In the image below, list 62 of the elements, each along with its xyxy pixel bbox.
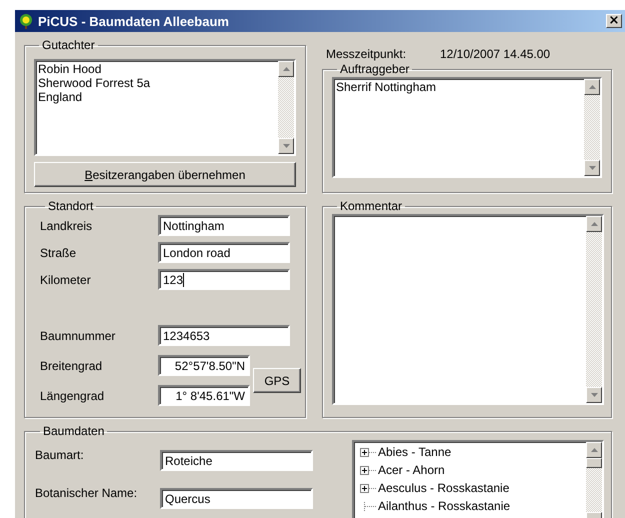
address-text-area[interactable]: Robin Hood Sherwood Forrest 5a England <box>34 59 296 156</box>
field-label: Kilometer <box>40 272 92 286</box>
text-field[interactable]: 52°57'8.50"N <box>158 355 250 376</box>
tree-item[interactable]: Aesculus - Rosskastanie <box>378 481 510 495</box>
expand-icon[interactable] <box>360 484 376 492</box>
field-label: Breitengrad <box>40 358 104 372</box>
text-line: Robin Hood <box>38 62 102 76</box>
group-title: Auftraggeber <box>339 62 410 76</box>
scroll-down-icon <box>282 144 290 148</box>
scroll-up-icon <box>590 222 598 226</box>
scroll-up-icon <box>282 67 290 71</box>
tree-logo-icon <box>18 13 34 29</box>
scroll-up-button[interactable] <box>586 216 602 232</box>
species-tree[interactable]: Abies - Tanne Acer - Ahorn Aesculus - Rosskastanie Ailanthus - Rosskastanie <box>352 440 604 518</box>
group-title: Standort <box>47 199 94 213</box>
scroll-down-button[interactable] <box>586 387 602 403</box>
client-text-area[interactable]: Sherrif Nottingham <box>332 77 602 178</box>
scrollbar[interactable] <box>586 442 602 518</box>
scrollbar[interactable] <box>584 79 600 176</box>
scroll-up-button[interactable] <box>584 79 600 95</box>
expand-icon[interactable] <box>360 466 376 474</box>
text-field[interactable]: London road <box>158 242 290 263</box>
tree-item[interactable]: Abies - Tanne <box>378 445 452 459</box>
scrollbar[interactable] <box>586 216 602 403</box>
field-label: Botanischer Name: <box>35 486 138 500</box>
measurement-time-label: Messzeitpunkt: <box>326 47 408 62</box>
scroll-up-button[interactable] <box>278 61 294 77</box>
field-label: Baumart: <box>35 448 85 462</box>
text-field[interactable]: Quercus <box>160 488 313 509</box>
tree-item[interactable]: Acer - Ahorn <box>378 463 445 477</box>
window-title: PiCUS - Baumdaten Alleebaum <box>38 14 230 28</box>
gps-button[interactable]: GPS <box>253 368 301 393</box>
text-line: Sherwood Forrest 5a <box>38 76 152 90</box>
text-line: Sherrif Nottingham <box>336 80 438 94</box>
field-label: Straße <box>40 246 78 260</box>
text-field[interactable]: 1° 8'45.61"W <box>158 385 250 406</box>
scroll-down-button[interactable] <box>278 138 294 154</box>
field-label: Baumnummer <box>40 328 116 342</box>
text-field[interactable]: 123 <box>158 269 290 290</box>
comment-text-area[interactable] <box>332 214 604 405</box>
tree-item[interactable]: Ailanthus - Rosskastanie <box>378 499 510 513</box>
close-button[interactable]: × <box>606 14 622 28</box>
scroll-up-icon <box>588 85 596 89</box>
scroll-down-button[interactable] <box>584 160 600 176</box>
scroll-down-icon <box>588 166 596 170</box>
scroll-up-icon <box>590 448 598 452</box>
text-line: England <box>38 90 84 104</box>
scroll-thumb[interactable] <box>586 458 602 468</box>
group-title: Kommentar <box>339 199 404 213</box>
group-title: Gutachter <box>41 38 96 52</box>
apply-owner-button[interactable]: Besitzerangaben übernehmen <box>34 162 296 187</box>
field-label: Landkreis <box>40 218 94 232</box>
measurement-time-value: 12/10/2007 14.45.00 <box>440 47 550 62</box>
scroll-down-icon <box>590 393 598 397</box>
text-field[interactable]: Nottingham <box>158 215 290 236</box>
group-title: Baumdaten <box>42 424 106 438</box>
expand-icon[interactable] <box>360 448 376 456</box>
field-label: Längengrad <box>40 388 106 402</box>
scrollbar[interactable] <box>278 61 294 154</box>
text-field[interactable]: 1234653 <box>158 325 290 346</box>
text-field[interactable]: Roteiche <box>160 450 313 471</box>
scroll-up-button[interactable] <box>586 442 602 458</box>
